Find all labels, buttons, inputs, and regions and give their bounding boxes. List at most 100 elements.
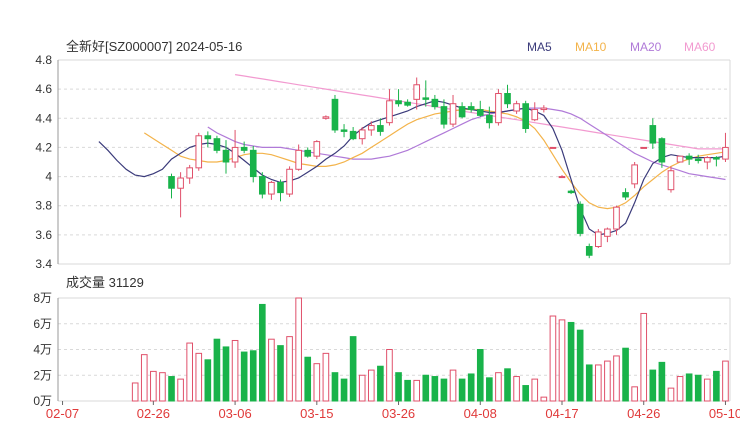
candle [358,127,366,145]
candle-body [322,116,330,119]
date-tick-label: 03-06 [218,406,251,421]
volume-bar [540,396,548,402]
volume-bar [549,315,557,402]
candle [549,146,557,149]
legend-ma20: MA20 [630,40,662,54]
candle [649,118,657,149]
date-tick-label: 04-08 [464,406,497,421]
volume-tick-label: 4万 [33,343,52,357]
volume-bar [531,378,539,402]
candle [322,115,330,120]
candle [622,188,629,200]
volume-bar [676,376,684,402]
ma20-line [207,107,726,181]
candle [440,99,448,129]
candle-body [386,100,393,124]
candle [204,131,212,148]
volume-bar [422,374,430,402]
volume-bar [431,376,439,402]
candle [604,227,611,243]
volume-bar [222,346,230,402]
candle-body [513,103,520,112]
candle-body [604,228,611,237]
candle-body [713,157,720,160]
volume-bar [458,378,466,402]
volume-bar [685,373,693,402]
volume-bar [576,329,584,402]
candle [685,153,693,165]
candle [449,94,457,128]
candle [349,127,357,141]
volume-bar [613,355,620,402]
legend-ma5: MA5 [527,40,552,54]
volume-bar [703,378,711,402]
candle-body [667,170,675,191]
candle [486,106,493,129]
candle-body [413,84,421,100]
candle [495,89,502,126]
volume-bar [404,379,411,402]
volume-bar [186,342,193,402]
volume-bar [713,370,720,402]
candle [667,166,675,193]
candle [713,156,720,167]
volume-bar [567,321,575,402]
candle-body [658,138,666,163]
volume-bar [131,382,139,402]
candle [177,172,184,218]
candle [595,229,602,248]
candle-body [377,125,384,132]
volume-bar [386,349,393,402]
volume-title: 成交量 31129 [66,275,144,290]
candle-body [486,114,493,124]
volume-bar [667,387,675,402]
candle-body [186,167,193,179]
volume-bar [694,374,702,402]
volume-bar [331,372,339,402]
volume-bar [558,319,566,402]
volume-bar [631,386,638,402]
candle-body [177,177,184,189]
candle [476,100,484,117]
price-panel: 3.4 3.6 3.8 4 4.2 4.4 4.6 4.8 [35,53,731,271]
volume-bar [268,338,275,402]
candle [404,99,411,107]
volume-tick-label: 8万 [33,291,52,305]
volume-bar [322,352,330,402]
volume-bar [313,363,321,402]
candle [213,135,221,154]
candle-body [286,168,293,195]
candle [386,89,393,126]
candle [259,172,266,199]
candle [576,201,584,237]
legend-ma10: MA10 [575,40,607,54]
volume-bar [622,347,629,402]
volume-bar [513,376,520,402]
legend: MA5 MA10 MA20 MA60 [527,40,716,54]
volume-bar [495,372,502,402]
volume-bar [340,378,348,402]
candle-body [259,176,266,195]
candle [513,100,520,114]
candle-body [676,155,684,163]
candle-body [631,164,638,185]
volume-bar [249,350,257,402]
candle-body [367,125,375,131]
volume-bar [722,360,729,402]
candle [567,189,575,195]
candle-body [622,192,629,198]
candle-body [613,206,620,230]
volume-bar [277,345,284,402]
date-axis: 02-07 02-26 03-06 03-15 03-26 04-08 04-17 04-26… [46,401,740,421]
volume-bar [168,376,175,402]
candle [722,132,729,162]
volume-bar [286,336,293,402]
candle-body [249,149,257,178]
candle-body [522,103,529,129]
volume-bar [449,369,457,402]
candle-body [694,158,702,162]
volume-bar [240,351,248,402]
candle-body [404,101,411,106]
volume-bar [604,360,611,402]
volume-tick-label: 6万 [33,317,52,331]
